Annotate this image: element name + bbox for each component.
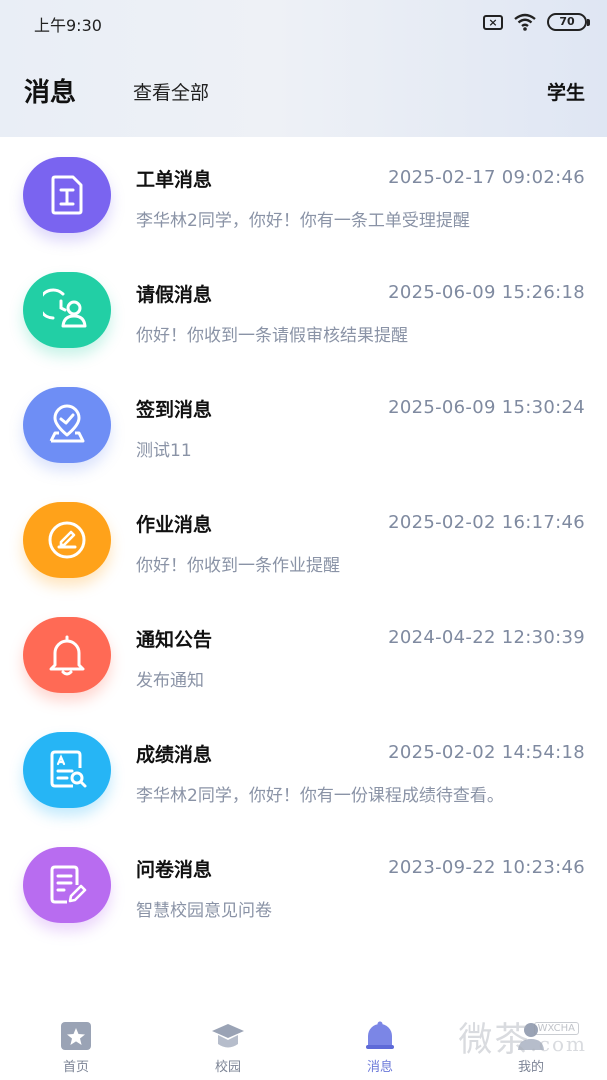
message-item-grades[interactable]: 成绩消息 2025-02-02 14:54:18 李华林2同学，你好！你有一份课… [0, 712, 607, 827]
message-desc: 你好！你收到一条作业提醒 [136, 556, 340, 576]
questionnaire-icon [23, 847, 111, 923]
tab-home[interactable]: 首页 [31, 1020, 121, 1075]
message-title: 通知公告 [136, 629, 213, 651]
grade-search-icon [23, 732, 111, 808]
page-title: 消息 [24, 78, 77, 108]
message-time: 2024-04-22 12:30:39 [388, 627, 585, 648]
bell-icon [23, 617, 111, 693]
battery-level: 70 [559, 15, 575, 28]
battery-icon: 70 [547, 13, 590, 31]
wifi-icon [514, 13, 536, 31]
message-desc: 发布通知 [136, 671, 204, 691]
watermark-domain: .com [530, 1032, 587, 1056]
message-item-questionnaire[interactable]: 问卷消息 2023-09-22 10:23:46 智慧校园意见问卷 [0, 827, 607, 942]
work-order-icon [23, 157, 111, 233]
message-title: 请假消息 [136, 284, 213, 306]
message-time: 2025-06-09 15:26:18 [388, 282, 585, 303]
message-title: 签到消息 [136, 399, 213, 421]
message-item-work-order[interactable]: 工单消息 2025-02-17 09:02:46 李华林2同学，你好！你有一条工… [0, 137, 607, 252]
message-time: 2025-02-17 09:02:46 [388, 167, 585, 188]
message-title: 问卷消息 [136, 859, 213, 881]
message-desc: 智慧校园意见问卷 [136, 901, 272, 921]
status-icons: × 70 [483, 12, 590, 32]
message-time: 2025-06-09 15:30:24 [388, 397, 585, 418]
sim-x-icon: × [483, 14, 503, 30]
homework-pen-icon [23, 502, 111, 578]
message-title: 作业消息 [136, 514, 213, 536]
message-item-check-in[interactable]: 签到消息 2025-06-09 15:30:24 测试11 [0, 367, 607, 482]
watermark-text: 微茶 [458, 1020, 531, 1060]
message-desc: 你好！你收到一条请假审核结果提醒 [136, 326, 408, 346]
watermark: 微茶.com [458, 1012, 587, 1061]
message-time: 2025-02-02 14:54:18 [388, 742, 585, 763]
header-bar: 上午9:30 × 70 消息 查看全部 学生 [0, 0, 607, 137]
tab-campus[interactable]: 校园 [183, 1020, 273, 1075]
bell-icon [366, 1021, 394, 1049]
message-item-leave[interactable]: 请假消息 2025-06-09 15:26:18 你好！你收到一条请假审核结果提… [0, 252, 607, 367]
tab-campus-label: 校园 [214, 1060, 241, 1075]
leave-user-clock-icon [23, 272, 111, 348]
message-desc: 测试11 [136, 441, 192, 461]
status-time: 上午9:30 [34, 16, 102, 35]
message-title: 工单消息 [136, 169, 213, 191]
watermark-badge: WXCHA [533, 1022, 579, 1035]
message-desc: 李华林2同学，你好！你有一份课程成绩待查看。 [136, 786, 504, 806]
message-desc: 李华林2同学，你好！你有一条工单受理提醒 [136, 211, 470, 231]
role-label[interactable]: 学生 [547, 78, 585, 105]
tab-home-label: 首页 [62, 1060, 89, 1075]
tab-messages-label: 消息 [366, 1060, 393, 1075]
check-in-location-icon [23, 387, 111, 463]
message-item-notice[interactable]: 通知公告 2024-04-22 12:30:39 发布通知 [0, 597, 607, 712]
message-time: 2023-09-22 10:23:46 [388, 857, 585, 878]
status-bar: 上午9:30 × 70 [0, 0, 607, 44]
star-icon [61, 1022, 91, 1050]
view-all-link[interactable]: 查看全部 [133, 78, 209, 105]
message-title: 成绩消息 [136, 744, 213, 766]
message-list: 工单消息 2025-02-17 09:02:46 李华林2同学，你好！你有一条工… [0, 137, 607, 942]
graduation-cap-icon [212, 1024, 244, 1048]
message-item-homework[interactable]: 作业消息 2025-02-02 16:17:46 你好！你收到一条作业提醒 [0, 482, 607, 597]
message-time: 2025-02-02 16:17:46 [388, 512, 585, 533]
tab-messages[interactable]: 消息 [335, 1020, 425, 1075]
